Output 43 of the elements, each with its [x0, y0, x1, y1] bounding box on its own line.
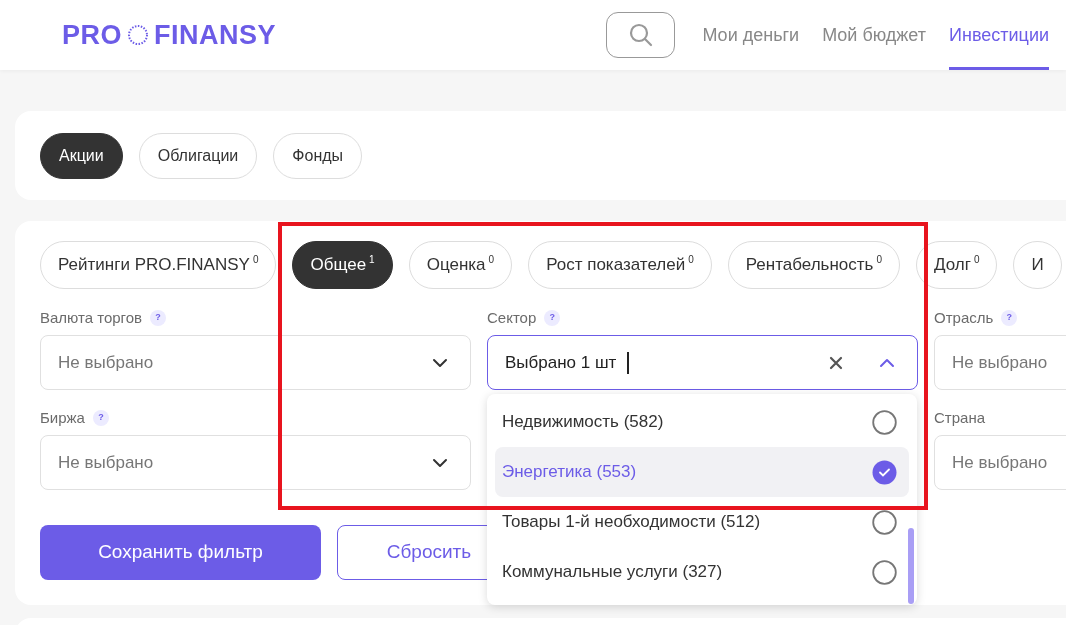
asset-tab[interactable]: Акции	[40, 132, 123, 179]
save-button[interactable]: Сохранить фильтр	[40, 525, 321, 580]
select-field[interactable]: Не выбрано	[934, 435, 1066, 490]
help-icon[interactable]: ?	[1001, 310, 1018, 326]
nav-link[interactable]: Мой бюджет	[822, 0, 927, 70]
logo-text: FINANSY	[154, 18, 277, 52]
asset-tab[interactable]: Фонды	[273, 132, 363, 179]
search-button[interactable]	[606, 12, 676, 58]
dropdown-option[interactable]: Недвижимость (582)	[495, 397, 909, 447]
clear-icon[interactable]	[829, 355, 843, 370]
logo-text: PRO	[62, 18, 122, 52]
chevron-up-icon[interactable]	[879, 357, 895, 368]
field-label: Отрасль	[934, 307, 994, 328]
field-label: Сектор	[487, 307, 537, 328]
filter-tab[interactable]: Общее $^{1}$	[292, 241, 393, 289]
filter-tab[interactable]: Долг $^{0}$	[915, 241, 998, 289]
select-input[interactable]: Не выбрано	[58, 349, 258, 376]
filter-tab[interactable]: Рейтинги PRO.FINANSY $^{0}$	[40, 241, 277, 289]
asset-tab[interactable]: Облигации	[138, 132, 258, 179]
select-input[interactable]: Не выбрано	[58, 449, 258, 476]
select-input[interactable]: Не выбрано	[952, 449, 1066, 476]
help-icon[interactable]: ?	[92, 410, 109, 426]
field-label: Биржа	[40, 407, 85, 428]
select-field[interactable]: Выбрано 1 шт	[487, 335, 918, 390]
select-field[interactable]: Не выбрано	[40, 435, 471, 490]
filter-tab[interactable]: Оценка $^{0}$	[408, 241, 513, 289]
scrollbar-thumb[interactable]	[908, 528, 914, 604]
field-label: Валюта торгов	[40, 307, 143, 328]
help-icon[interactable]: ?	[544, 310, 561, 326]
select-input[interactable]: Не выбрано	[952, 349, 1066, 376]
filter-tab[interactable]: И	[1013, 241, 1062, 289]
nav-link[interactable]: Инвестиции	[949, 0, 1049, 70]
filter-tab[interactable]: Рентабельность $^{0}$	[727, 241, 900, 289]
field-label: Страна	[934, 407, 985, 428]
select-field[interactable]: Не выбрано	[40, 335, 471, 390]
chevron-down-icon[interactable]	[432, 457, 448, 468]
nav-link[interactable]: Мои деньги	[702, 0, 800, 70]
logo-icon	[127, 24, 149, 46]
filter-tab[interactable]: Рост показателей $^{0}$	[528, 241, 712, 289]
chevron-down-icon[interactable]	[432, 357, 448, 368]
select-field[interactable]: Не выбрано	[934, 335, 1066, 390]
help-icon[interactable]: ?	[150, 310, 167, 326]
search-icon	[627, 22, 654, 48]
